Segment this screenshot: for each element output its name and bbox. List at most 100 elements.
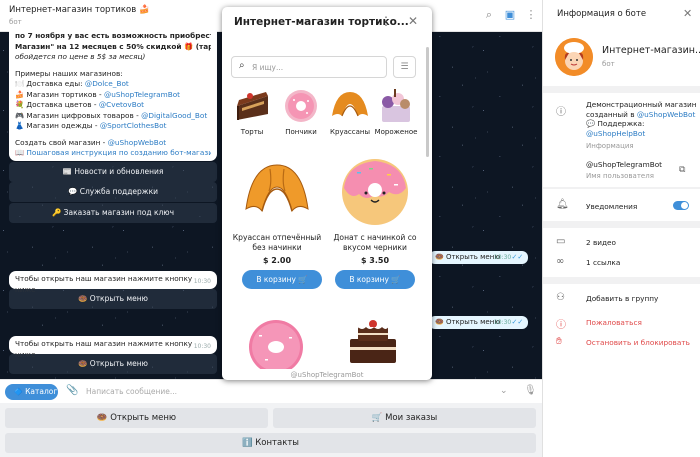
copy-icon[interactable]: ⧉ xyxy=(679,165,685,175)
open-menu-button[interactable]: 🍩 Открыть меню xyxy=(9,289,217,309)
notifications-label: Уведомления xyxy=(586,202,638,211)
example-link[interactable]: @SportClothesBot xyxy=(100,121,167,130)
more-icon[interactable]: ⋮ xyxy=(380,14,392,28)
description-line: созданный в xyxy=(586,109,637,119)
attach-icon[interactable]: 📎 xyxy=(66,385,78,396)
kb-contacts-button[interactable]: ℹ️ Контакты xyxy=(5,433,536,453)
bot-description: Демонстрационный магазин созданный в @uS… xyxy=(586,100,697,138)
donut-image xyxy=(342,159,408,225)
message-text: 🍩 Открыть меню xyxy=(435,318,501,326)
search-icon: ⌕ xyxy=(239,60,245,71)
bot-type: бот xyxy=(602,60,615,68)
chat-subtitle: бот xyxy=(9,18,22,26)
croissant-icon xyxy=(332,92,368,117)
product-name: Круассан отпечённый без начинки xyxy=(232,233,322,252)
example-label: 🍽️ Доставка еды: xyxy=(15,79,85,88)
message-line: по 7 ноября у вас есть возможность приоб… xyxy=(15,31,211,40)
create-label: Создать свой магазин - xyxy=(15,137,108,147)
outgoing-message: 🍩 Открыть меню 10:30 ✓✓ xyxy=(429,251,529,264)
close-icon[interactable]: ✕ xyxy=(408,14,418,28)
example-link[interactable]: @CvetovBot xyxy=(99,100,144,109)
keyboard-toggle-icon[interactable]: ⌄ xyxy=(500,386,508,396)
example-link[interactable]: @Dolce_Bot xyxy=(85,79,129,88)
message-composer: 🔷 Каталог 📎 Написать сообщение... ⌄ 🎙 xyxy=(0,379,542,403)
croissant-image xyxy=(245,164,309,213)
video-icon: ▭ xyxy=(556,236,566,247)
category-ice-cream[interactable]: Мороженое xyxy=(372,86,420,136)
catalog-label: Каталог xyxy=(25,387,58,396)
block-button[interactable]: Остановить и блокировать xyxy=(586,338,690,348)
pink-donut-image xyxy=(249,320,303,369)
close-icon[interactable]: ✕ xyxy=(683,7,692,20)
report-button[interactable]: Пожаловаться xyxy=(586,318,642,328)
search-icon[interactable]: ⌕ xyxy=(482,8,496,22)
links-link[interactable]: 1 ссылка xyxy=(586,258,620,268)
category-label: Круассаны xyxy=(330,128,370,136)
divider xyxy=(543,277,700,284)
example-label: 👗 Магазин одежды - xyxy=(15,121,100,130)
message-time: 10:30 xyxy=(193,277,211,285)
cart-icon: 🛒 xyxy=(391,275,401,284)
incoming-message: Чтобы открыть наш магазин нажмите кнопку… xyxy=(9,271,217,294)
message-time: 10:30 xyxy=(493,254,512,261)
username-value[interactable]: @uShopTelegramBot xyxy=(586,160,662,170)
description-link[interactable]: @uShopWebBot xyxy=(637,110,696,119)
news-button[interactable]: 📰 Новости и обновления xyxy=(9,162,217,182)
filter-button[interactable]: ☰ xyxy=(393,56,416,78)
kb-my-orders-button[interactable]: 🛒 Мои заказы xyxy=(273,408,536,428)
avatar xyxy=(555,38,593,76)
bot-info-panel: Информация о боте ✕ Интернет-магазин... … xyxy=(542,0,700,457)
read-check-icon: ✓✓ xyxy=(511,253,524,261)
mini-app-footer: @uShopTelegramBot xyxy=(290,371,364,379)
example-label: 🎮 Магазин цифровых товаров - xyxy=(15,110,142,120)
videos-link[interactable]: 2 видео xyxy=(586,238,616,248)
catalog-button[interactable]: 🔷 Каталог xyxy=(5,384,58,400)
ice-cream-icon xyxy=(382,89,410,122)
microphone-icon[interactable]: 🎙 xyxy=(524,385,537,396)
more-icon[interactable]: ⋮ xyxy=(524,8,538,22)
category-donuts[interactable]: Пончики xyxy=(277,86,325,136)
open-menu-button[interactable]: 🍩 Открыть меню xyxy=(9,354,217,374)
support-link[interactable]: @uShopHelpBot xyxy=(586,129,697,139)
chat-title: Интернет-магазин тортиков 🍰 xyxy=(9,5,150,15)
filter-icon: ☰ xyxy=(400,62,409,72)
category-croissants[interactable]: Круассаны xyxy=(326,86,374,136)
product-price: $ 2.00 xyxy=(262,256,292,265)
bell-icon: 🔔︎ xyxy=(556,199,569,210)
message-line: обойдется по цене в 5$ за месяц) xyxy=(15,52,146,61)
message-input[interactable]: Написать сообщение... xyxy=(86,387,177,396)
description-line: 💬 Поддержка: xyxy=(586,119,645,128)
example-label: 🍰 Магазин тортиков - xyxy=(15,89,104,99)
example-label: 💐 Доставка цветов - xyxy=(15,100,99,109)
notifications-toggle[interactable] xyxy=(673,201,689,210)
example-link[interactable]: @uShopTelegramBot xyxy=(104,90,180,99)
bot-name: Интернет-магазин... xyxy=(602,45,700,56)
add-to-group-button[interactable]: Добавить в группу xyxy=(586,294,658,304)
category-cakes[interactable]: Торты xyxy=(228,86,276,136)
category-label: Мороженое xyxy=(374,128,418,136)
read-check-icon: ✓✓ xyxy=(511,318,524,326)
order-shop-button[interactable]: 🔑 Заказать магазин под ключ xyxy=(9,203,217,223)
guide-link[interactable]: 📖 Пошаговая инструкция по созданию бот-м… xyxy=(15,148,211,157)
divider xyxy=(543,187,700,189)
message-text: 🍩 Открыть меню xyxy=(435,253,501,261)
message-time: 10:30 xyxy=(193,342,211,350)
add-to-cart-button[interactable]: В корзину 🛒 xyxy=(335,270,415,289)
kb-open-menu-button[interactable]: 🍩 Открыть меню xyxy=(5,408,268,428)
search-input[interactable]: Я ищу... xyxy=(252,63,283,72)
add-user-icon: ⚇ xyxy=(556,292,565,303)
example-link[interactable]: @DigitalGood_Bot xyxy=(141,111,207,120)
outgoing-message: 🍩 Открыть меню 10:30 ✓✓ xyxy=(429,316,529,329)
divider xyxy=(543,86,700,93)
support-button[interactable]: 💬 Служба поддержки xyxy=(9,182,217,202)
add-to-cart-button[interactable]: В корзину 🛒 xyxy=(242,270,322,289)
product-name: Донат с начинкой со вкусом черники xyxy=(333,233,417,252)
cake-slice-icon xyxy=(237,92,268,120)
search-field[interactable]: ⌕ Я ищу... xyxy=(231,56,387,78)
scrollbar[interactable] xyxy=(426,47,429,157)
create-link[interactable]: @uShopWebBot xyxy=(108,138,167,147)
reply-keyboard: 🍩 Открыть меню 🛒 Мои заказы ℹ️ Контакты xyxy=(0,403,542,457)
panel-title: Информация о боте xyxy=(557,9,647,19)
sidebar-toggle-icon[interactable]: ▣ xyxy=(503,8,517,22)
category-label: Торты xyxy=(240,128,264,136)
